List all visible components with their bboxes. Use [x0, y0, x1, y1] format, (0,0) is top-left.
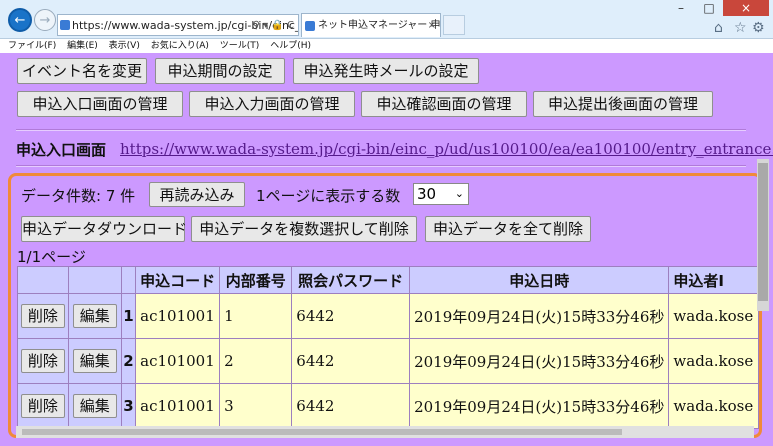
- forward-icon[interactable]: →: [34, 9, 56, 31]
- delete-row-button[interactable]: 削除: [20, 394, 65, 418]
- reload-button[interactable]: 再読み込み: [149, 182, 245, 207]
- col-header-applicant: 申込者I: [668, 266, 759, 294]
- cell-applicant: wada.kose: [668, 293, 759, 339]
- cell-password: 6442: [291, 338, 411, 384]
- minimize-icon[interactable]: –: [667, 0, 695, 16]
- address-bar[interactable]: https://www.wada-system.jp/cgi-bin/einc_…: [57, 14, 299, 36]
- edit-row-button[interactable]: 編集: [72, 394, 117, 418]
- row-number: 2: [120, 338, 137, 384]
- new-tab-button[interactable]: [443, 15, 465, 35]
- cell-internal: 1: [219, 293, 293, 339]
- table-header-row: 申込コード 内部番号 照会パスワード 申込日時 申込者I: [17, 266, 759, 294]
- menu-help[interactable]: ヘルプ(H): [270, 41, 311, 51]
- multi-delete-button[interactable]: 申込データを複数選択して削除: [191, 216, 417, 242]
- favorites-star-icon[interactable]: ☆: [734, 20, 747, 36]
- back-icon[interactable]: ←: [8, 8, 32, 32]
- horizontal-scrollbar[interactable]: [16, 426, 754, 438]
- edit-row-button[interactable]: 編集: [72, 304, 117, 328]
- data-panel: データ件数: 7 件 再読み込み 1ページに表示する数 30 ⌄ 申込データダウ…: [8, 173, 762, 438]
- cell-applicant: wada.kose: [668, 383, 759, 429]
- cell-date: 2019年09月24日(火)15時33分46秒: [409, 293, 670, 339]
- data-table: 申込コード 内部番号 照会パスワード 申込日時 申込者I 削除 編集 1 ac1…: [17, 266, 759, 429]
- divider: [16, 129, 746, 131]
- cell-code: ac101001: [135, 338, 221, 384]
- delete-all-button[interactable]: 申込データを全て削除: [425, 216, 591, 242]
- cell-code: ac101001: [135, 293, 221, 339]
- data-count: データ件数: 7 件: [21, 187, 136, 205]
- col-header-password: 照会パスワード: [291, 266, 411, 294]
- menu-file[interactable]: ファイル(F): [8, 41, 56, 51]
- scrollbar-thumb[interactable]: [758, 163, 768, 301]
- tab-title: ネット申込マネージャー 申込...: [318, 20, 441, 31]
- maximize-icon[interactable]: □: [695, 0, 723, 16]
- menu-view[interactable]: 表示(V): [109, 41, 140, 51]
- table-row: 削除 編集 3 ac101001 3 6442 2019年09月24日(火)15…: [17, 383, 759, 429]
- rename-event-button[interactable]: イベント名を変更: [17, 58, 147, 84]
- download-button[interactable]: 申込データダウンロード: [21, 216, 187, 242]
- edit-row-button[interactable]: 編集: [72, 349, 117, 373]
- menu-edit[interactable]: 編集(E): [67, 41, 98, 51]
- menu-favorites[interactable]: お気に入り(A): [151, 41, 209, 51]
- browser-tab[interactable]: ネット申込マネージャー 申込... ×: [301, 13, 441, 37]
- page-content: イベント名を変更 申込期間の設定 申込発生時メールの設定 申込入口画面の管理 申…: [0, 53, 773, 446]
- row-number: 3: [120, 383, 137, 429]
- tab-favicon-icon: [305, 21, 315, 31]
- notification-mail-button[interactable]: 申込発生時メールの設定: [293, 58, 479, 84]
- cell-applicant: wada.kose: [668, 338, 759, 384]
- per-page-label: 1ページに表示する数: [256, 187, 401, 205]
- cell-code: ac101001: [135, 383, 221, 429]
- page-indicator: 1/1ページ: [17, 248, 86, 266]
- vertical-scrollbar[interactable]: [757, 159, 769, 311]
- per-page-value: 30: [417, 185, 437, 203]
- delete-row-button[interactable]: 削除: [20, 349, 65, 373]
- col-header-internal: 内部番号: [219, 266, 293, 294]
- divider: [16, 165, 746, 167]
- entry-screen-label: 申込入口画面: [16, 141, 107, 159]
- row-number: 1: [120, 293, 137, 339]
- cell-password: 6442: [291, 293, 411, 339]
- settings-gear-icon[interactable]: ⚙: [752, 20, 765, 36]
- cell-password: 6442: [291, 383, 411, 429]
- window-close-icon[interactable]: ×: [723, 0, 769, 16]
- entrance-screen-button[interactable]: 申込入口画面の管理: [17, 91, 183, 117]
- site-favicon-icon: [60, 20, 70, 30]
- menu-bar: ファイル(F) 編集(E) 表示(V) お気に入り(A) ツール(T) ヘルプ(…: [0, 39, 773, 53]
- cell-internal: 2: [219, 338, 293, 384]
- col-header-code: 申込コード: [135, 266, 221, 294]
- table-row: 削除 編集 2 ac101001 2 6442 2019年09月24日(火)15…: [17, 338, 759, 384]
- delete-row-button[interactable]: 削除: [20, 304, 65, 328]
- table-row: 削除 編集 1 ac101001 1 6442 2019年09月24日(火)15…: [17, 293, 759, 339]
- confirm-screen-button[interactable]: 申込確認画面の管理: [361, 91, 527, 117]
- scrollbar-thumb[interactable]: [22, 429, 622, 435]
- cell-date: 2019年09月24日(火)15時33分46秒: [409, 383, 670, 429]
- application-period-button[interactable]: 申込期間の設定: [155, 58, 285, 84]
- menu-tools[interactable]: ツール(T): [220, 41, 260, 51]
- per-page-select[interactable]: 30 ⌄: [413, 183, 469, 205]
- chevron-down-icon: ⌄: [454, 187, 464, 200]
- browser-titlebar: ← → https://www.wada-system.jp/cgi-bin/e…: [0, 0, 773, 39]
- input-screen-button[interactable]: 申込入力画面の管理: [189, 91, 355, 117]
- cell-internal: 3: [219, 383, 293, 429]
- address-tools-icon[interactable]: ⚲ ▾ 🔒 C: [253, 15, 294, 35]
- after-submit-screen-button[interactable]: 申込提出後画面の管理: [533, 91, 713, 117]
- entry-screen-link[interactable]: https://www.wada-system.jp/cgi-bin/einc_…: [120, 140, 773, 158]
- col-header-date: 申込日時: [409, 266, 670, 294]
- cell-date: 2019年09月24日(火)15時33分46秒: [409, 338, 670, 384]
- home-icon[interactable]: ⌂: [714, 20, 723, 36]
- tab-close-icon[interactable]: ×: [428, 14, 436, 37]
